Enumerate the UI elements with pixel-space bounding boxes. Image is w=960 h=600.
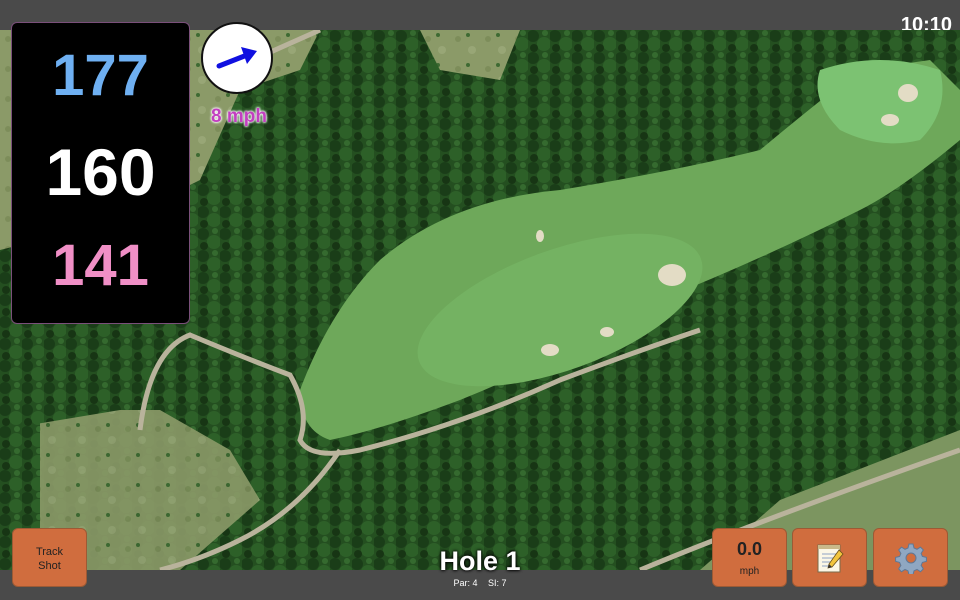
hole-title: Hole 1 (439, 546, 521, 576)
hole-info: Par: 4 SI: 7 (380, 578, 580, 588)
yardage-panel: 177 160 141 (11, 22, 190, 324)
hole-stroke-index: SI: 7 (488, 578, 507, 588)
settings-button[interactable] (873, 528, 948, 587)
notes-button[interactable] (792, 528, 867, 587)
speed-button[interactable]: 0.0 mph (712, 528, 787, 587)
notepad-icon (817, 544, 844, 572)
back-yardage: 177 (52, 43, 149, 108)
wind-speed-label: 8 mph (211, 106, 267, 127)
arrow-east-northeast-icon (216, 47, 257, 69)
middle-yardage: 160 (45, 135, 156, 209)
track-shot-button[interactable]: Track Shot (12, 528, 87, 587)
gear-icon (894, 543, 927, 574)
speed-value: 0.0 (736, 539, 763, 559)
speed-unit: mph (739, 566, 760, 577)
front-yardage: 141 (52, 233, 149, 298)
wind-direction-dial (201, 22, 273, 94)
track-shot-label-line2: Shot (38, 560, 61, 572)
hole-par: Par: 4 (453, 578, 478, 588)
track-shot-label-line1: Track (35, 546, 64, 558)
